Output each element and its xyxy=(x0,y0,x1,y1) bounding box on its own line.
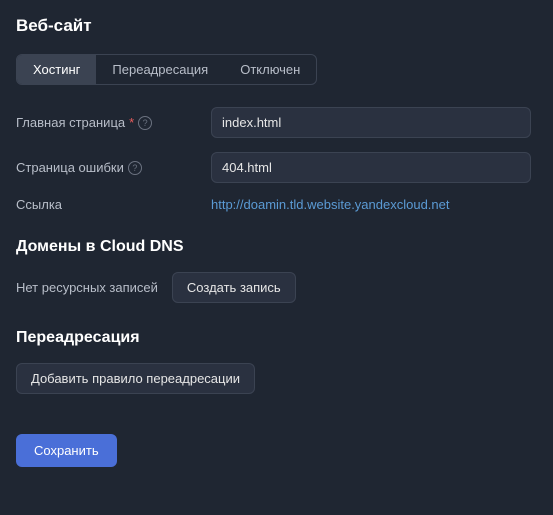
required-asterisk: * xyxy=(129,115,134,130)
row-error-page: Страница ошибки ? xyxy=(16,152,537,183)
tab-disabled[interactable]: Отключен xyxy=(224,55,316,84)
add-redirect-rule-button[interactable]: Добавить правило переадресации xyxy=(16,363,255,394)
help-icon[interactable]: ? xyxy=(138,116,152,130)
page-title: Веб-сайт xyxy=(16,16,537,36)
dns-section-title: Домены в Cloud DNS xyxy=(16,238,537,256)
tabs: Хостинг Переадресация Отключен xyxy=(16,54,317,85)
tab-hosting[interactable]: Хостинг xyxy=(17,55,96,84)
dns-row: Нет ресурсных записей Создать запись xyxy=(16,272,537,303)
error-page-label: Страница ошибки ? xyxy=(16,160,211,175)
dns-empty-text: Нет ресурсных записей xyxy=(16,280,158,295)
save-button[interactable]: Сохранить xyxy=(16,434,117,467)
error-page-label-text: Страница ошибки xyxy=(16,160,124,175)
error-page-input[interactable] xyxy=(211,152,531,183)
row-link: Ссылка http://doamin.tld.website.yandexc… xyxy=(16,197,537,212)
link-label: Ссылка xyxy=(16,197,211,212)
redirect-section-title: Переадресация xyxy=(16,329,537,347)
help-icon[interactable]: ? xyxy=(128,161,142,175)
row-main-page: Главная страница * ? xyxy=(16,107,537,138)
main-page-label: Главная страница * ? xyxy=(16,115,211,130)
website-link[interactable]: http://doamin.tld.website.yandexcloud.ne… xyxy=(211,197,449,212)
main-page-input[interactable] xyxy=(211,107,531,138)
tab-redirect[interactable]: Переадресация xyxy=(96,55,224,84)
create-record-button[interactable]: Создать запись xyxy=(172,272,296,303)
main-page-label-text: Главная страница xyxy=(16,115,125,130)
